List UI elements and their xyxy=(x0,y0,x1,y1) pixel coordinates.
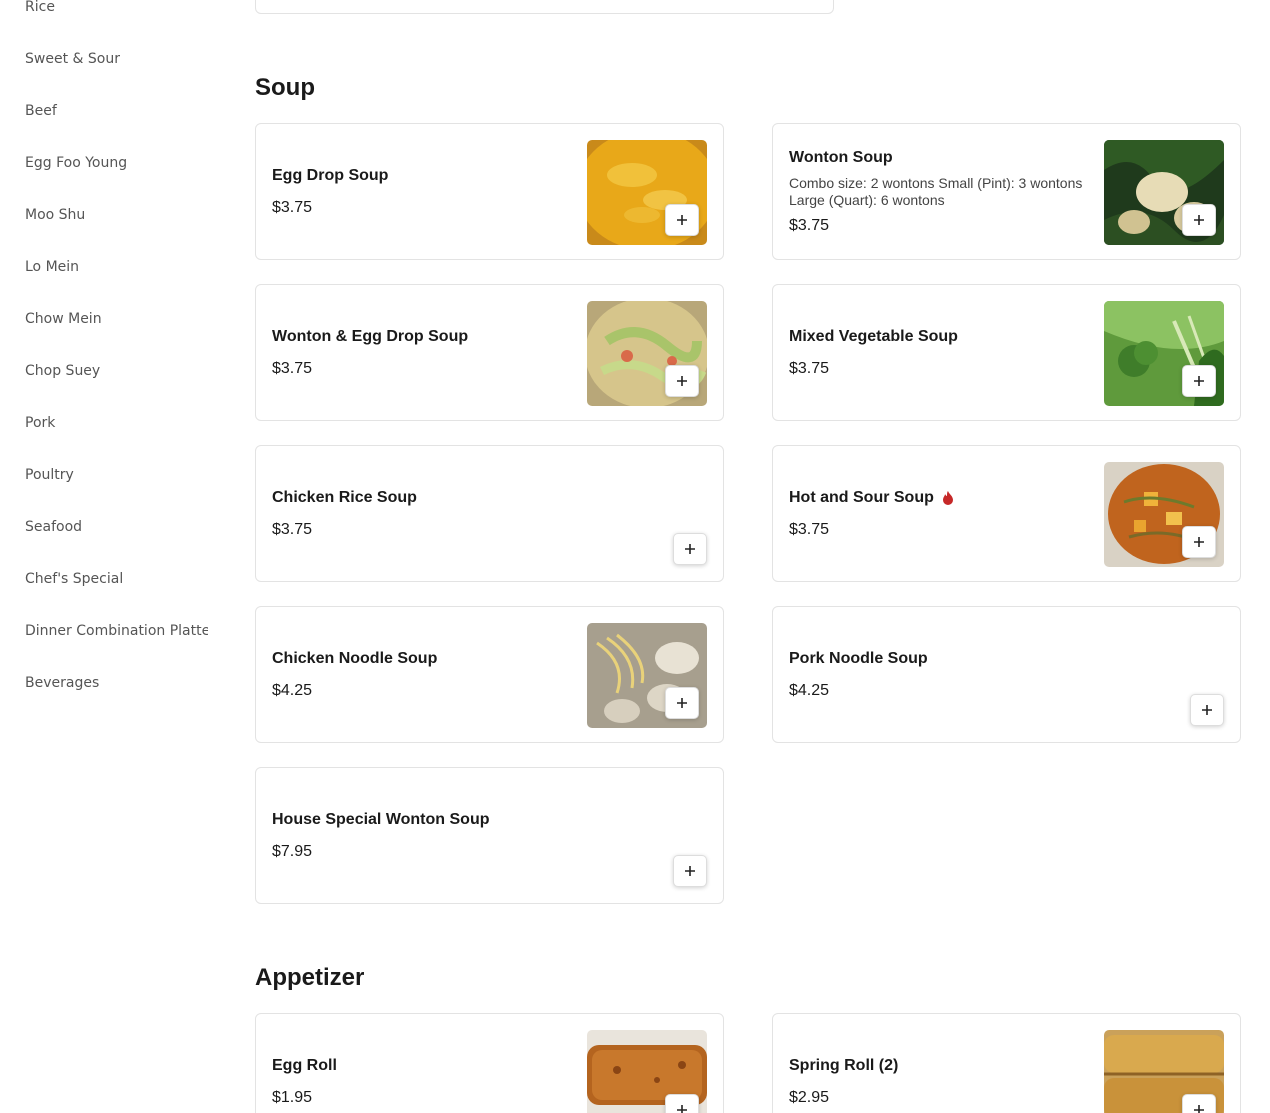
sidebar-item-dinner-combination[interactable]: Dinner Combination Platter xyxy=(0,605,208,657)
item-name: Egg Drop Soup xyxy=(272,166,389,184)
menu-item-card[interactable]: Egg Drop Soup $3.75 xyxy=(255,123,724,260)
item-info: House Special Wonton Soup $7.95 xyxy=(272,768,572,903)
item-info: Mixed Vegetable Soup $3.75 xyxy=(789,285,1089,420)
sidebar-item-moo-shu[interactable]: Moo Shu xyxy=(0,189,208,241)
item-name-row: Hot and Sour Soup xyxy=(789,489,1089,507)
menu-item-card[interactable] xyxy=(255,0,834,14)
sidebar-item-chop-suey[interactable]: Chop Suey xyxy=(0,345,208,397)
sidebar-item-poultry[interactable]: Poultry xyxy=(0,449,208,501)
item-description: Combo size: 2 wontons Small (Pint): 3 wo… xyxy=(789,174,1083,208)
add-button[interactable] xyxy=(1182,526,1216,558)
sidebar-item-sweet-sour[interactable]: Sweet & Sour xyxy=(0,33,208,85)
add-button[interactable] xyxy=(673,855,707,887)
sidebar-item-egg-foo-young[interactable]: Egg Foo Young xyxy=(0,137,208,189)
item-name: Pork Noodle Soup xyxy=(789,649,928,667)
menu-item-card[interactable]: Chicken Noodle Soup $4.25 xyxy=(255,606,724,743)
plus-icon xyxy=(685,544,695,554)
menu-item-card[interactable]: House Special Wonton Soup $7.95 xyxy=(255,767,724,904)
add-button[interactable] xyxy=(665,365,699,397)
menu-item-card[interactable]: Mixed Vegetable Soup $3.75 xyxy=(772,284,1241,421)
item-name: Hot and Sour Soup xyxy=(789,488,934,506)
add-button[interactable] xyxy=(665,204,699,236)
sidebar-item-chow-mein[interactable]: Chow Mein xyxy=(0,293,208,345)
item-price: $3.75 xyxy=(789,520,830,538)
item-price: $3.75 xyxy=(272,359,313,377)
menu-page: Rice Sweet & Sour Beef Egg Foo Young Moo… xyxy=(0,0,1270,1113)
item-name: Chicken Noodle Soup xyxy=(272,649,438,667)
item-price: $3.75 xyxy=(789,216,830,234)
item-price: $4.25 xyxy=(789,681,830,699)
menu-item-card[interactable]: Wonton & Egg Drop Soup $3.75 xyxy=(255,284,724,421)
menu-item-card[interactable]: Chicken Rice Soup $3.75 xyxy=(255,445,724,582)
add-button[interactable] xyxy=(1190,694,1224,726)
item-price: $3.75 xyxy=(272,198,313,216)
sidebar-item-seafood[interactable]: Seafood xyxy=(0,501,208,553)
add-button[interactable] xyxy=(1182,1094,1216,1113)
item-name: Spring Roll (2) xyxy=(789,1056,899,1074)
plus-icon xyxy=(1202,705,1212,715)
plus-icon xyxy=(677,215,687,225)
sidebar-item-rice[interactable]: Rice xyxy=(0,0,208,33)
item-info: Chicken Noodle Soup $4.25 xyxy=(272,607,572,742)
section-title-soup: Soup xyxy=(255,74,315,101)
item-name: Wonton Soup xyxy=(789,148,893,166)
item-info: Wonton Soup Combo size: 2 wontons Small … xyxy=(789,124,1089,259)
item-price: $3.75 xyxy=(789,359,830,377)
item-info: Spring Roll (2) $2.95 xyxy=(789,1014,1089,1113)
menu-item-card[interactable]: Hot and Sour Soup $3.75 xyxy=(772,445,1241,582)
plus-icon xyxy=(685,866,695,876)
item-info: Pork Noodle Soup $4.25 xyxy=(789,607,1089,742)
section-title-appetizer: Appetizer xyxy=(255,964,365,991)
item-info: Wonton & Egg Drop Soup $3.75 xyxy=(272,285,572,420)
item-name: Egg Roll xyxy=(272,1056,337,1074)
add-button[interactable] xyxy=(1182,204,1216,236)
plus-icon xyxy=(677,698,687,708)
plus-icon xyxy=(1194,537,1204,547)
plus-icon xyxy=(1194,1105,1204,1113)
add-button[interactable] xyxy=(665,1094,699,1113)
item-info: Hot and Sour Soup $3.75 xyxy=(789,446,1089,581)
item-name: Chicken Rice Soup xyxy=(272,488,417,506)
add-button[interactable] xyxy=(665,687,699,719)
plus-icon xyxy=(1194,376,1204,386)
add-button[interactable] xyxy=(1182,365,1216,397)
add-button[interactable] xyxy=(673,533,707,565)
item-price: $1.95 xyxy=(272,1088,313,1106)
menu-item-card[interactable]: Pork Noodle Soup $4.25 xyxy=(772,606,1241,743)
item-info: Egg Drop Soup $3.75 xyxy=(272,124,572,259)
menu-item-card[interactable]: Spring Roll (2) $2.95 xyxy=(772,1013,1241,1113)
item-info: Chicken Rice Soup $3.75 xyxy=(272,446,572,581)
item-name: Wonton & Egg Drop Soup xyxy=(272,327,469,345)
sidebar-item-pork[interactable]: Pork xyxy=(0,397,208,449)
item-price: $2.95 xyxy=(789,1088,830,1106)
item-price: $4.25 xyxy=(272,681,313,699)
item-price: $3.75 xyxy=(272,520,313,538)
sidebar-item-beef[interactable]: Beef xyxy=(0,85,208,137)
spicy-fire-icon xyxy=(942,490,954,505)
plus-icon xyxy=(677,1105,687,1113)
category-sidebar: Rice Sweet & Sour Beef Egg Foo Young Moo… xyxy=(0,0,208,709)
sidebar-item-beverages[interactable]: Beverages xyxy=(0,657,208,709)
item-info: Egg Roll $1.95 xyxy=(272,1014,572,1113)
item-price: $7.95 xyxy=(272,842,313,860)
sidebar-item-chefs-special[interactable]: Chef's Special xyxy=(0,553,208,605)
sidebar-item-lo-mein[interactable]: Lo Mein xyxy=(0,241,208,293)
plus-icon xyxy=(1194,215,1204,225)
item-name: House Special Wonton Soup xyxy=(272,810,490,828)
item-name: Mixed Vegetable Soup xyxy=(789,327,958,345)
menu-item-card[interactable]: Wonton Soup Combo size: 2 wontons Small … xyxy=(772,123,1241,260)
plus-icon xyxy=(677,376,687,386)
menu-item-card[interactable]: Egg Roll $1.95 xyxy=(255,1013,724,1113)
